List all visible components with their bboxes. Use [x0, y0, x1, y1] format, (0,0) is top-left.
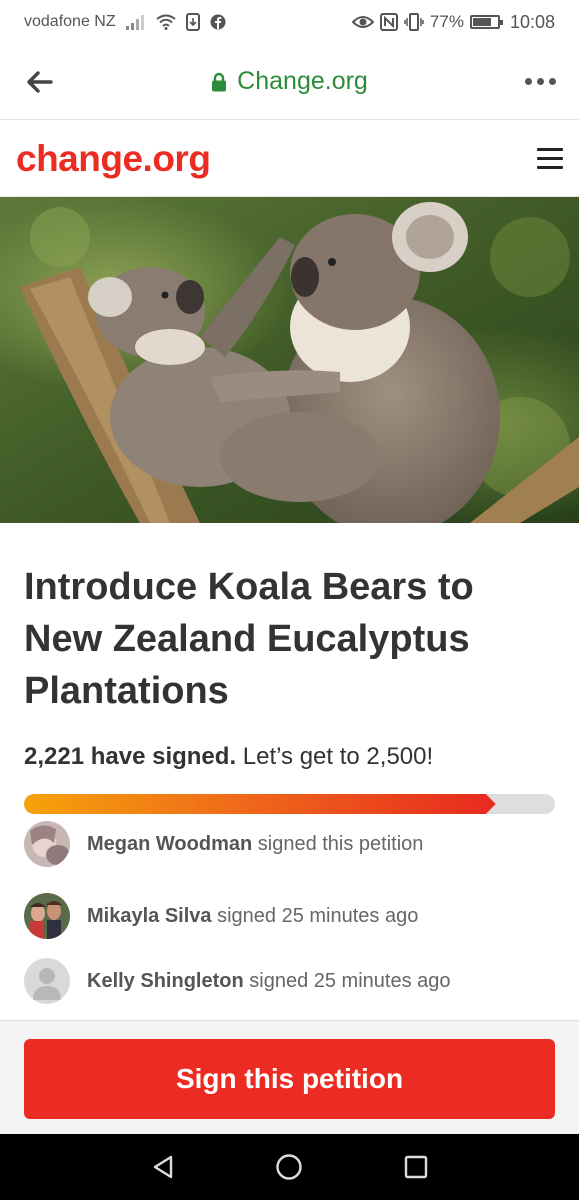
avatar [24, 821, 70, 867]
browser-menu-button[interactable] [501, 44, 579, 120]
system-navigation-bar [0, 1134, 579, 1200]
battery-percent: 77% [429, 12, 464, 31]
signature-count: 2,221 have signed. Let’s get to 2,500! [24, 743, 555, 771]
nav-back-button[interactable] [143, 1147, 183, 1187]
progress-fill [24, 794, 496, 814]
nav-home-button[interactable] [269, 1147, 309, 1187]
signer-text: Kelly Shingleton signed 25 minutes ago [87, 969, 451, 992]
url-field[interactable]: Change.org [78, 67, 501, 96]
more-dots-icon [524, 78, 532, 85]
carrier-label: vodafone NZ [24, 13, 116, 30]
sign-petition-button[interactable]: Sign this petition [24, 1039, 555, 1119]
nfc-icon [379, 13, 398, 31]
goal-text: Let’s get to 2,500! [242, 743, 434, 770]
nav-recents-button[interactable] [396, 1147, 436, 1187]
change-org-logo[interactable]: change.org [16, 138, 211, 180]
petition-hero-image [0, 197, 579, 523]
signal-icon [125, 15, 144, 30]
back-button[interactable] [0, 44, 78, 120]
battery-icon [469, 15, 503, 29]
signer-row: Megan Woodman signed this petition [24, 821, 423, 867]
back-arrow-icon [27, 70, 53, 93]
home-circle-icon [276, 1154, 303, 1180]
vibrate-icon [404, 13, 424, 31]
sim-icon [185, 13, 200, 31]
signer-text: Mikayla Silva signed 25 minutes ago [87, 904, 419, 927]
signer-row: Kelly Shingleton signed 25 minutes ago [24, 958, 451, 1004]
avatar-placeholder-icon [24, 958, 70, 1004]
site-header: change.org [0, 121, 579, 197]
back-triangle-icon [153, 1155, 173, 1179]
signer-text: Megan Woodman signed this petition [87, 832, 424, 855]
facebook-icon [210, 14, 226, 30]
petition-content: Introduce Koala Bears to New Zealand Euc… [0, 523, 579, 814]
petition-title: Introduce Koala Bears to New Zealand Euc… [24, 566, 474, 712]
recents-square-icon [404, 1155, 428, 1179]
url-text: Change.org [237, 67, 368, 95]
eye-icon [351, 16, 374, 28]
hamburger-icon[interactable] [537, 148, 563, 169]
browser-url-bar: Change.org [0, 44, 579, 120]
signer-row: Mikayla Silva signed 25 minutes ago [24, 893, 418, 939]
signed-count-text: 2,221 have signed. [24, 743, 237, 770]
sign-footer: Sign this petition [0, 1020, 579, 1134]
avatar [24, 893, 70, 939]
signature-progress-bar [24, 794, 555, 814]
wifi-icon [155, 14, 176, 30]
clock: 10:08 [509, 11, 555, 32]
lock-icon [212, 72, 227, 91]
status-bar: vodafone NZ 77% 10:08 [0, 0, 579, 44]
